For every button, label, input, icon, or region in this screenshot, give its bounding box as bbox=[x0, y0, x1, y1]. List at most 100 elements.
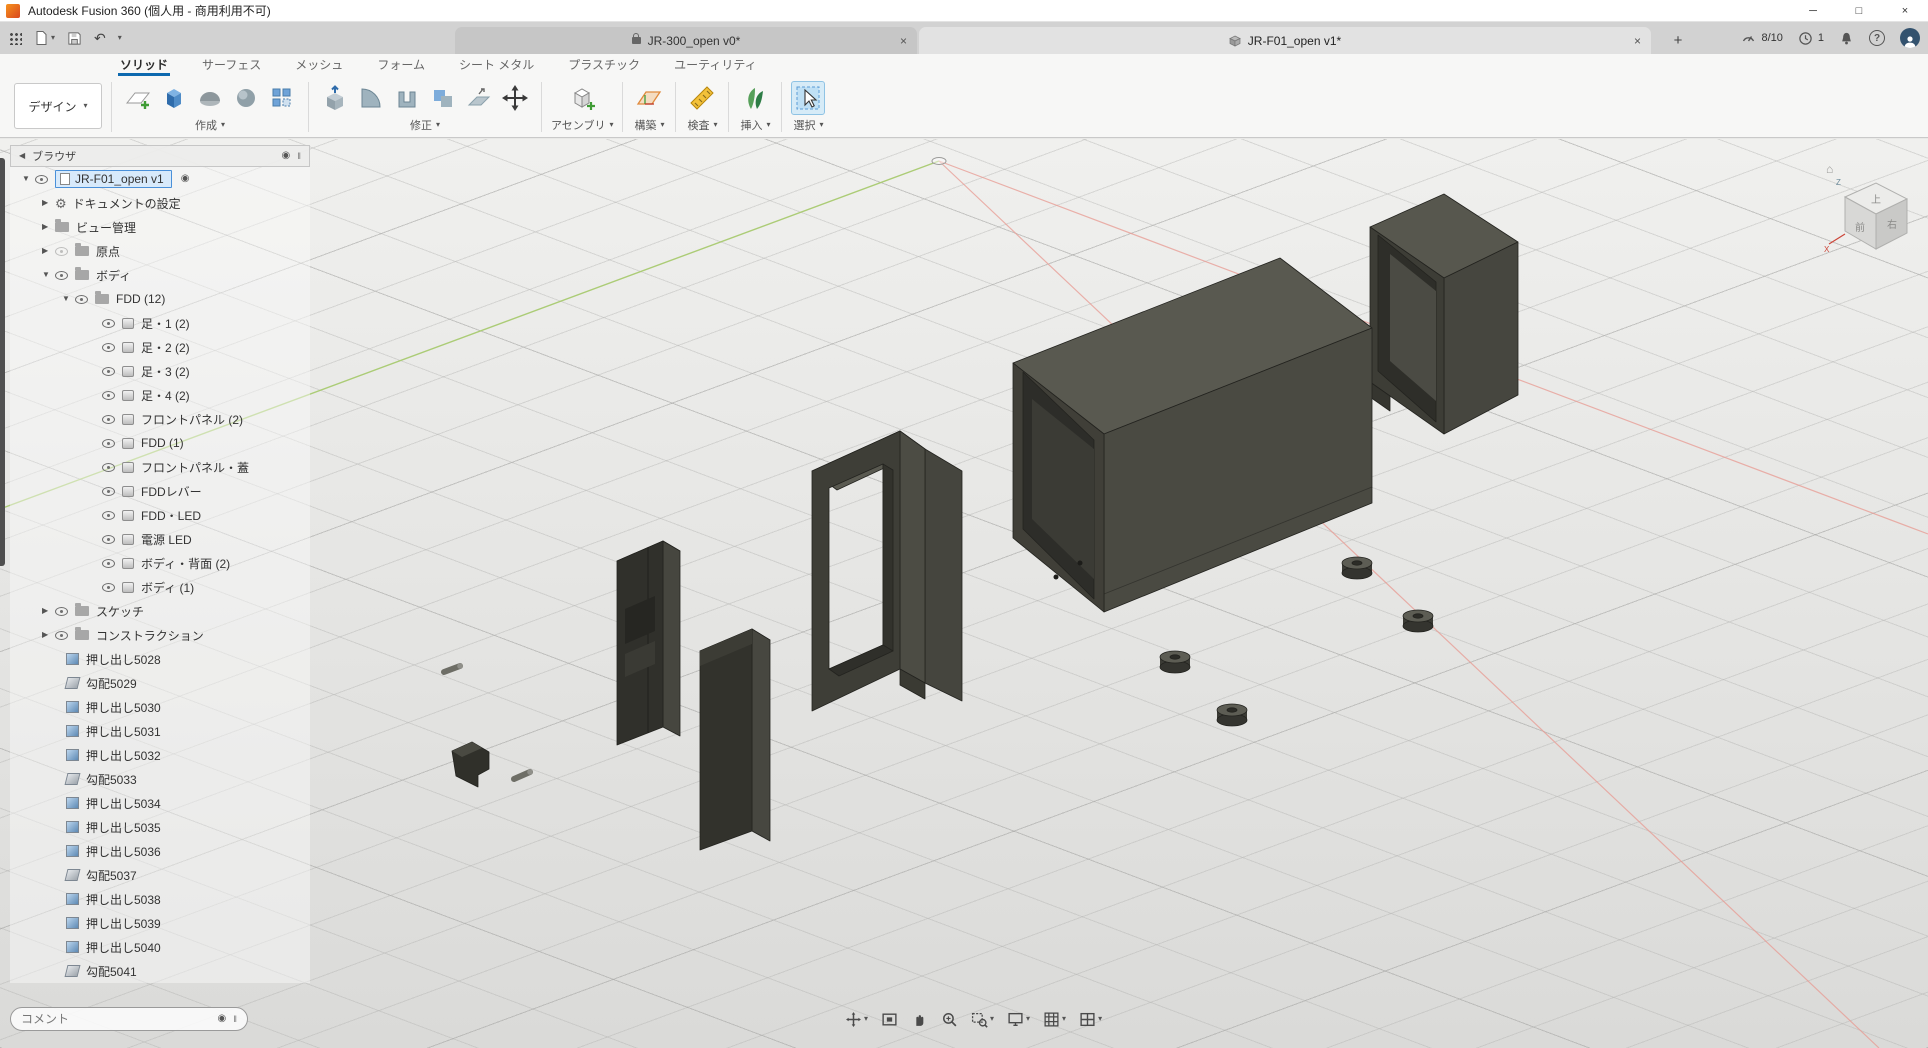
timeline-feature-row[interactable]: 押し出し5032 bbox=[10, 743, 310, 767]
3d-body-pin[interactable] bbox=[514, 769, 533, 779]
expand-icon[interactable]: ▶ bbox=[42, 199, 55, 207]
comment-grip-icon[interactable]: ‖ bbox=[233, 1015, 237, 1024]
browser-row-construction[interactable]: ▶ コンストラクション bbox=[10, 623, 310, 647]
expand-icon[interactable]: ▶ bbox=[42, 223, 55, 231]
file-menu-button[interactable]: ▾ bbox=[34, 30, 55, 46]
browser-body-row[interactable]: ボディ (1) bbox=[10, 575, 310, 599]
new-component-button[interactable] bbox=[565, 81, 599, 115]
construction-plane-button[interactable] bbox=[632, 81, 666, 115]
browser-row-origin[interactable]: ▶ 原点 bbox=[10, 239, 310, 263]
undo-button[interactable]: ↶ bbox=[94, 31, 106, 45]
pan-button[interactable]: ▾ bbox=[845, 1011, 868, 1028]
close-button[interactable]: × bbox=[1882, 0, 1928, 22]
visibility-eye-icon[interactable] bbox=[55, 631, 68, 640]
comment-input[interactable] bbox=[21, 1012, 211, 1026]
browser-body-row[interactable]: 電源 LED bbox=[10, 527, 310, 551]
visibility-eye-icon[interactable] bbox=[102, 367, 115, 376]
browser-header[interactable]: ◀ ブラウザ ◉ ‖ bbox=[10, 145, 310, 167]
maximize-button[interactable]: □ bbox=[1836, 0, 1882, 22]
display-settings-button[interactable]: ▾ bbox=[1007, 1011, 1030, 1028]
save-button[interactable] bbox=[67, 31, 82, 46]
3d-body-foot[interactable] bbox=[1403, 610, 1433, 632]
browser-body-row[interactable]: 足・1 (2) bbox=[10, 311, 310, 335]
3d-body-pin[interactable] bbox=[444, 663, 463, 672]
new-tab-button[interactable]: + bbox=[1666, 27, 1690, 54]
notification-center-button[interactable]: 1 bbox=[1798, 31, 1824, 46]
visibility-eye-icon[interactable] bbox=[102, 463, 115, 472]
visibility-eye-icon[interactable] bbox=[102, 319, 115, 328]
3d-body-fdd-cover[interactable] bbox=[700, 629, 770, 850]
tab-form[interactable]: フォーム bbox=[375, 54, 427, 76]
visibility-eye-icon[interactable] bbox=[55, 247, 68, 256]
display-toggle-icon[interactable]: ◉ bbox=[282, 151, 291, 161]
tab-plastic[interactable]: プラスチック bbox=[566, 54, 642, 76]
visibility-eye-icon[interactable] bbox=[102, 343, 115, 352]
timeline-feature-row[interactable]: 勾配5029 bbox=[10, 671, 310, 695]
viewport-canvas[interactable]: ⌂ 上 前 右 X Z ◀ ブラウザ ◉ ‖ bbox=[0, 139, 1928, 1048]
browser-row-sketches[interactable]: ▶ スケッチ bbox=[10, 599, 310, 623]
expand-icon[interactable]: ▼ bbox=[22, 175, 35, 183]
timeline-feature-row[interactable]: 押し出し5031 bbox=[10, 719, 310, 743]
user-avatar[interactable] bbox=[1900, 28, 1920, 48]
3d-body-main-case[interactable] bbox=[1013, 258, 1372, 612]
help-button[interactable]: ? bbox=[1869, 30, 1885, 46]
browser-body-row[interactable]: 足・3 (2) bbox=[10, 359, 310, 383]
comment-toggle-icon[interactable]: ◉ bbox=[218, 1014, 227, 1024]
visibility-eye-icon[interactable] bbox=[55, 607, 68, 616]
sweep-button[interactable] bbox=[193, 81, 227, 115]
visibility-eye-icon[interactable] bbox=[102, 439, 115, 448]
docked-panel-edge[interactable] bbox=[0, 158, 5, 566]
timeline-feature-row[interactable]: 勾配5033 bbox=[10, 767, 310, 791]
browser-body-row[interactable]: フロントパネル (2) bbox=[10, 407, 310, 431]
workspace-switcher[interactable]: デザイン ▾ bbox=[14, 83, 102, 129]
insert-button[interactable] bbox=[738, 81, 772, 115]
browser-body-row[interactable]: FDDレバー bbox=[10, 479, 310, 503]
press-pull-button[interactable] bbox=[318, 81, 352, 115]
browser-body-row[interactable]: 足・4 (2) bbox=[10, 383, 310, 407]
visibility-eye-icon[interactable] bbox=[35, 175, 48, 184]
assemble-group-dropdown[interactable]: アセンブリ▾ bbox=[551, 117, 613, 133]
3d-body-fdd-unit[interactable] bbox=[617, 541, 680, 745]
tab-surface[interactable]: サーフェス bbox=[200, 54, 263, 76]
sphere-button[interactable] bbox=[229, 81, 263, 115]
expand-icon[interactable]: ▶ bbox=[42, 247, 55, 255]
browser-body-row[interactable]: FDD (1) bbox=[10, 431, 310, 455]
expand-icon[interactable]: ▼ bbox=[42, 271, 55, 279]
grid-settings-button[interactable]: ▾ bbox=[1043, 1011, 1066, 1028]
timeline-feature-row[interactable]: 勾配5041 bbox=[10, 959, 310, 983]
tab-close-icon[interactable]: × bbox=[1634, 34, 1641, 48]
active-document-item[interactable]: JR-F01_open v1 bbox=[55, 170, 172, 188]
3d-body-foot[interactable] bbox=[1160, 651, 1190, 673]
visibility-eye-icon[interactable] bbox=[102, 415, 115, 424]
browser-body-row[interactable]: ボディ・背面 (2) bbox=[10, 551, 310, 575]
document-tab-jr300[interactable]: JR-300_open v0* × bbox=[455, 27, 917, 54]
3d-body-lever[interactable] bbox=[452, 742, 489, 787]
visibility-eye-icon[interactable] bbox=[102, 487, 115, 496]
timeline-feature-row[interactable]: 押し出し5030 bbox=[10, 695, 310, 719]
timeline-feature-row[interactable]: 押し出し5039 bbox=[10, 911, 310, 935]
combine-button[interactable] bbox=[426, 81, 460, 115]
timeline-feature-row[interactable]: 押し出し5035 bbox=[10, 815, 310, 839]
timeline-feature-row[interactable]: 押し出し5038 bbox=[10, 887, 310, 911]
3d-body-foot[interactable] bbox=[1342, 557, 1372, 579]
shell-button[interactable] bbox=[390, 81, 424, 115]
create-sketch-button[interactable] bbox=[121, 81, 155, 115]
visibility-eye-icon[interactable] bbox=[102, 391, 115, 400]
browser-row-doc-settings[interactable]: ▶ ⚙ ドキュメントの設定 bbox=[10, 191, 310, 215]
visibility-eye-icon[interactable] bbox=[102, 559, 115, 568]
pattern-button[interactable] bbox=[265, 81, 299, 115]
minimize-button[interactable]: ─ bbox=[1790, 0, 1836, 22]
move-copy-button[interactable] bbox=[498, 81, 532, 115]
fit-button[interactable] bbox=[881, 1011, 898, 1028]
inspect-group-dropdown[interactable]: 検査▾ bbox=[687, 117, 717, 133]
document-tab-jrf01[interactable]: JR-F01_open v1* × bbox=[919, 27, 1651, 54]
job-status-indicator[interactable]: 8/10 bbox=[1741, 31, 1782, 45]
3d-body-foot[interactable] bbox=[1217, 704, 1247, 726]
select-group-dropdown[interactable]: 選択▾ bbox=[793, 117, 823, 133]
visibility-eye-icon[interactable] bbox=[102, 583, 115, 592]
timeline-feature-row[interactable]: 押し出し5028 bbox=[10, 647, 310, 671]
tab-close-icon[interactable]: × bbox=[900, 34, 907, 48]
panel-grip-icon[interactable]: ‖ bbox=[297, 152, 301, 161]
tab-sheetmetal[interactable]: シート メタル bbox=[457, 54, 536, 76]
browser-row-bodies[interactable]: ▼ ボディ bbox=[10, 263, 310, 287]
